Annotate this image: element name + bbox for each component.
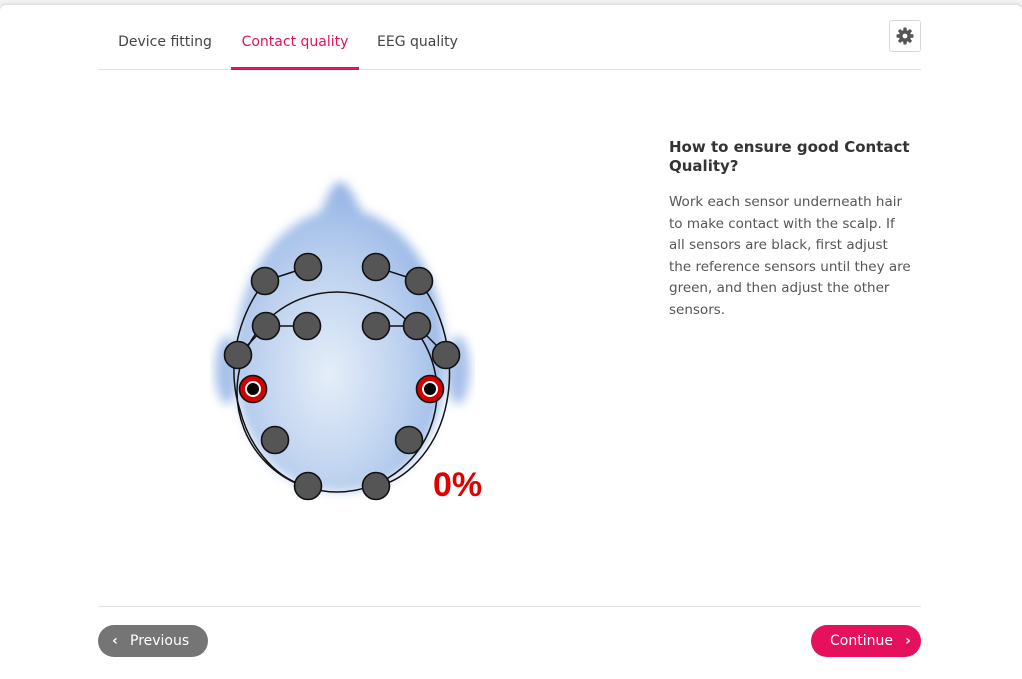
tab-eeg-quality[interactable]: EEG quality [370,26,465,69]
help-panel: How to ensure good Contact Quality? Work… [669,138,914,322]
sensor-f8 [361,252,391,282]
help-title: How to ensure good Contact Quality? [669,138,910,175]
sensor-p8 [394,425,424,455]
chevron-left-icon: ‹ [112,633,118,649]
tab-device-fitting[interactable]: Device fitting [110,26,220,69]
sensor-fc6 [361,311,391,341]
settings-button[interactable] [889,20,921,52]
sensor-f4 [402,311,432,341]
sensor-o2 [361,471,391,501]
head-diagram [205,170,505,510]
sensor-t7 [223,340,253,370]
sensor-fc5 [292,311,322,341]
tab-contact-quality[interactable]: Contact quality [231,26,359,70]
continue-label: Continue [830,633,893,649]
footer-divider [98,606,921,607]
sensor-p7 [260,425,290,455]
previous-label: Previous [130,633,190,649]
sensor-f3 [251,311,281,341]
gear-icon [896,27,914,45]
sensor-t8 [431,340,461,370]
sensor-af3 [250,266,280,296]
sensor-o1 [293,471,323,501]
chevron-right-icon: › [905,633,911,649]
previous-button[interactable]: ‹ Previous [98,625,208,657]
head-svg [215,182,470,501]
sensor-af4 [404,266,434,296]
app-window [0,5,1022,679]
contact-quality-percent: 0% [433,466,483,504]
sensor-f7 [293,252,323,282]
help-text: Work each sensor underneath hair to make… [669,194,911,318]
tab-bar: Device fitting Contact quality EEG quali… [98,26,921,70]
continue-button[interactable]: Continue › [811,625,921,657]
